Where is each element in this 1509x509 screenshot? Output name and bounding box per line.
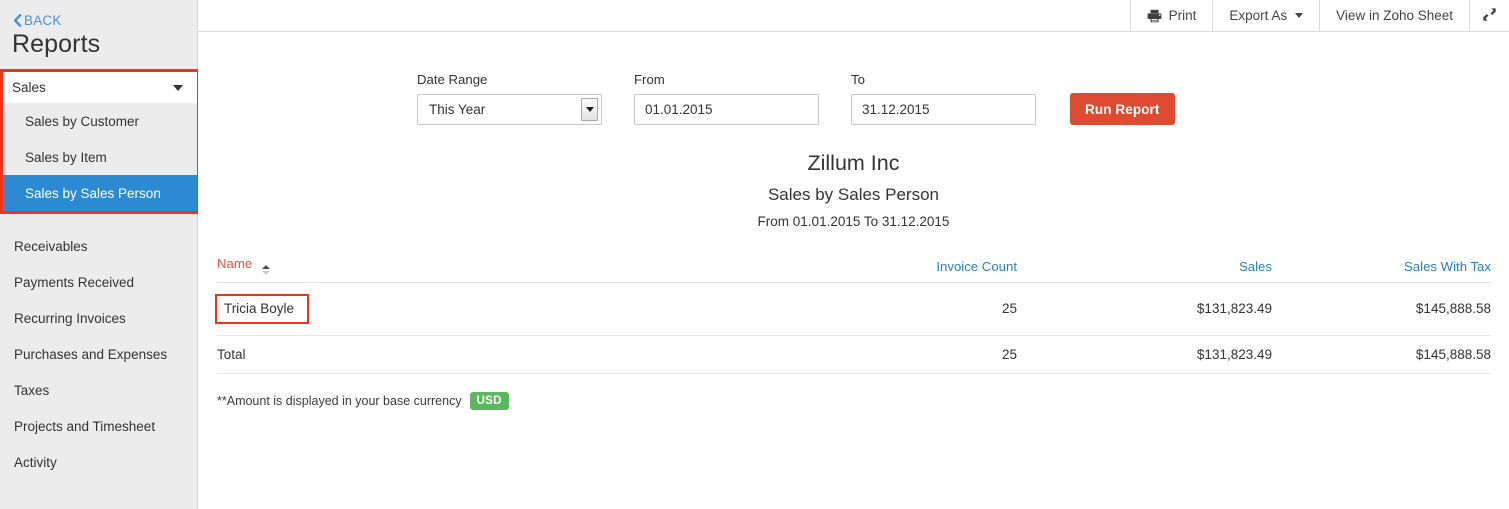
expand-button[interactable] <box>1469 0 1509 31</box>
expand-diagonal-icon <box>1482 7 1497 25</box>
print-button[interactable]: Print <box>1130 0 1213 31</box>
company-name: Zillum Inc <box>198 149 1509 177</box>
top-toolbar: Print Export As View in Zoho Sheet <box>198 0 1509 32</box>
column-header-invoice-count[interactable]: Invoice Count <box>757 256 1017 282</box>
date-range-label: Date Range <box>417 73 602 87</box>
sidebar-item-label: Projects and Timesheet <box>14 419 155 434</box>
sales-report-group-highlight: Sales Sales by Customer Sales by Item Sa… <box>0 69 200 214</box>
sidebar-item-label: Activity <box>14 455 57 470</box>
cell-name[interactable]: Tricia Boyle <box>217 282 757 335</box>
sidebar-item-label: Sales by Sales Person <box>25 186 161 201</box>
chevron-down-icon <box>586 107 594 112</box>
column-header-name[interactable]: Name <box>217 256 757 282</box>
cell-total-invoice-count: 25 <box>757 335 1017 373</box>
sort-toggle-icon[interactable] <box>262 265 270 275</box>
cell-invoice-count: 25 <box>757 282 1017 335</box>
page-title: Reports <box>0 22 197 60</box>
report-filter-bar: Date Range This Year From To Run Report <box>198 32 1509 125</box>
sidebar-item-label: Payments Received <box>14 275 134 290</box>
sidebar-item-label: Sales by Item <box>25 150 107 165</box>
view-in-zoho-sheet-button[interactable]: View in Zoho Sheet <box>1319 0 1469 31</box>
to-date-field: To <box>851 73 1036 125</box>
chevron-down-icon <box>1295 13 1303 18</box>
sort-descending-icon <box>262 271 270 275</box>
chevron-down-icon <box>173 85 183 91</box>
printer-icon <box>1147 9 1162 23</box>
date-range-field: Date Range This Year <box>417 73 602 125</box>
cell-sales-with-tax[interactable]: $145,888.58 <box>1272 282 1491 335</box>
sidebar-item-label: Sales by Customer <box>25 114 139 129</box>
table-total-row: Total 25 $131,823.49 $145,888.58 <box>217 335 1491 373</box>
column-header-name-label: Name <box>217 256 252 271</box>
sidebar-nav: Receivables Payments Received Recurring … <box>0 228 197 480</box>
table-body: Tricia Boyle 25 $131,823.49 $145,888.58 … <box>217 282 1491 373</box>
report-table-container: Name Invoice Count Sales Sales With Tax <box>198 256 1509 374</box>
sidebar-item-label: Purchases and Expenses <box>14 347 167 362</box>
sidebar-item-recurring-invoices[interactable]: Recurring Invoices <box>0 300 197 336</box>
main-content: Print Export As View in Zoho Sheet <box>198 0 1509 509</box>
sidebar-item-sales-by-sales-person[interactable]: Sales by Sales Person <box>0 175 197 211</box>
table-row[interactable]: Tricia Boyle 25 $131,823.49 $145,888.58 <box>217 282 1491 335</box>
footnote-text: **Amount is displayed in your base curre… <box>217 394 462 408</box>
back-label: BACK <box>24 13 62 28</box>
export-as-button[interactable]: Export As <box>1212 0 1319 31</box>
table-header-row: Name Invoice Count Sales Sales With Tax <box>217 256 1491 282</box>
sidebar-item-activity[interactable]: Activity <box>0 444 197 480</box>
sidebar-group-sales[interactable]: Sales <box>0 72 197 103</box>
cell-sales[interactable]: $131,823.49 <box>1017 282 1272 335</box>
report-date-range: From 01.01.2015 To 31.12.2015 <box>198 213 1509 231</box>
sidebar-item-sales-by-customer[interactable]: Sales by Customer <box>0 103 197 139</box>
sidebar-item-projects-and-timesheet[interactable]: Projects and Timesheet <box>0 408 197 444</box>
app-root: BACK Reports Sales Sales by Customer Sal… <box>0 0 1509 509</box>
from-label: From <box>634 73 819 87</box>
sort-ascending-icon <box>262 265 270 269</box>
table-header: Name Invoice Count Sales Sales With Tax <box>217 256 1491 282</box>
sidebar-group-sales-label: Sales <box>12 80 46 95</box>
print-label: Print <box>1169 8 1197 23</box>
to-label: To <box>851 73 1036 87</box>
run-report-button[interactable]: Run Report <box>1070 93 1175 125</box>
sidebar-item-receivables[interactable]: Receivables <box>0 228 197 264</box>
cell-total-sales: $131,823.49 <box>1017 335 1272 373</box>
sidebar-item-sales-by-item[interactable]: Sales by Item <box>0 139 197 175</box>
from-date-field: From <box>634 73 819 125</box>
sidebar-item-payments-received[interactable]: Payments Received <box>0 264 197 300</box>
column-header-sales[interactable]: Sales <box>1017 256 1272 282</box>
report-name: Sales by Sales Person <box>198 184 1509 206</box>
date-range-select[interactable]: This Year <box>417 94 602 125</box>
chevron-left-icon <box>12 14 22 26</box>
back-link[interactable]: BACK <box>0 0 197 22</box>
sidebar-item-label: Taxes <box>14 383 49 398</box>
cell-total-label: Total <box>217 335 757 373</box>
from-date-input[interactable] <box>634 94 819 125</box>
sidebar-item-label: Receivables <box>14 239 88 254</box>
to-date-input[interactable] <box>851 94 1036 125</box>
status-badge: USD <box>470 392 509 410</box>
sidebar-item-taxes[interactable]: Taxes <box>0 372 197 408</box>
sidebar-item-label: Recurring Invoices <box>14 311 126 326</box>
export-as-label: Export As <box>1229 8 1287 23</box>
view-in-zoho-sheet-label: View in Zoho Sheet <box>1336 8 1453 23</box>
sidebar: BACK Reports Sales Sales by Customer Sal… <box>0 0 198 509</box>
select-dropdown-button[interactable] <box>581 98 598 121</box>
cell-total-sales-with-tax: $145,888.58 <box>1272 335 1491 373</box>
sidebar-item-purchases-and-expenses[interactable]: Purchases and Expenses <box>0 336 197 372</box>
currency-footnote: **Amount is displayed in your base curre… <box>198 392 1509 410</box>
salesperson-name-highlight[interactable]: Tricia Boyle <box>215 294 309 324</box>
date-range-value: This Year <box>418 102 485 117</box>
report-heading: Zillum Inc Sales by Sales Person From 01… <box>198 149 1509 231</box>
column-header-sales-with-tax[interactable]: Sales With Tax <box>1272 256 1491 282</box>
report-table: Name Invoice Count Sales Sales With Tax <box>217 256 1491 374</box>
